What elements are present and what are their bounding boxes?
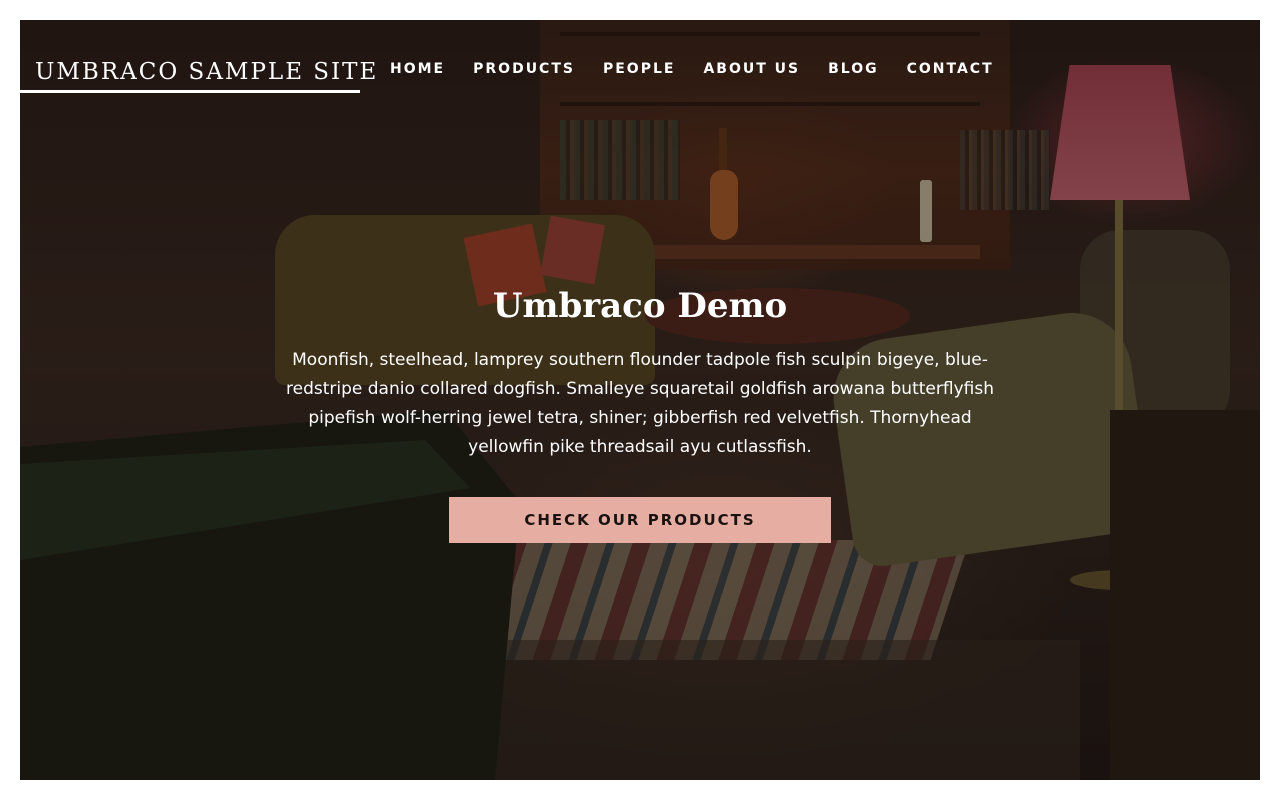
nav-item-products[interactable]: PRODUCTS bbox=[473, 61, 575, 77]
hero-title: Umbraco Demo bbox=[492, 286, 788, 326]
hero-content: Umbraco Demo Moonfish, steelhead, lampre… bbox=[260, 284, 1020, 462]
check-products-button[interactable]: CHECK OUR PRODUCTS bbox=[449, 497, 831, 543]
nav-item-blog[interactable]: BLOG bbox=[828, 61, 879, 77]
hero-section: UMBRACO SAMPLE SITE HOME PRODUCTS PEOPLE… bbox=[20, 20, 1260, 780]
nav-item-people[interactable]: PEOPLE bbox=[603, 61, 675, 77]
site-logo[interactable]: UMBRACO SAMPLE SITE bbox=[20, 58, 376, 93]
hero-description: Moonfish, steelhead, lamprey southern fl… bbox=[286, 350, 994, 457]
nav-item-contact[interactable]: CONTACT bbox=[907, 61, 994, 77]
nav-item-about-us[interactable]: ABOUT US bbox=[703, 61, 800, 77]
nav-item-home[interactable]: HOME bbox=[390, 61, 445, 77]
main-nav: HOME PRODUCTS PEOPLE ABOUT US BLOG CONTA… bbox=[390, 61, 1022, 77]
